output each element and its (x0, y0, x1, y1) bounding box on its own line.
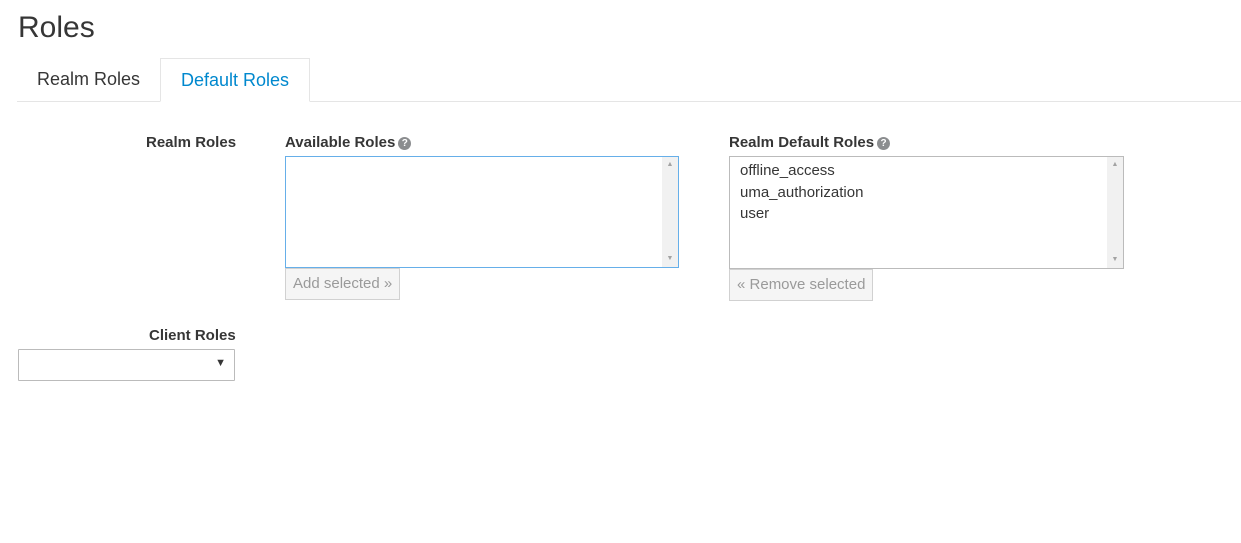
tab-bar: Realm Roles Default Roles (17, 58, 1241, 102)
realm-default-roles-listbox[interactable]: offline_access uma_authorization user ▲ … (729, 156, 1124, 269)
client-roles-select[interactable]: ▼ (18, 349, 235, 381)
remove-selected-button[interactable]: « Remove selected (729, 269, 874, 301)
list-item[interactable]: offline_access (740, 160, 863, 182)
available-roles-scrollbar[interactable]: ▲ ▼ (662, 157, 678, 267)
realm-roles-section-label: Realm Roles (146, 134, 237, 151)
tab-default-roles[interactable]: Default Roles (160, 58, 311, 102)
caret-down-icon: ▼ (215, 357, 226, 369)
realm-default-roles-label: Realm Default Roles (729, 134, 875, 151)
add-selected-label: Add selected (293, 275, 380, 292)
question-circle-icon[interactable]: ? (877, 137, 891, 150)
add-selected-button[interactable]: Add selected » (285, 268, 401, 300)
scroll-up-arrow-icon[interactable]: ▲ (1107, 158, 1123, 172)
double-chevron-right-icon: » (383, 275, 393, 292)
realm-default-roles-list: offline_access uma_authorization user (740, 160, 863, 225)
page-title: Roles (18, 11, 95, 44)
list-item[interactable]: user (740, 203, 863, 225)
scroll-up-arrow-icon[interactable]: ▲ (662, 158, 678, 172)
available-roles-label: Available Roles (285, 134, 396, 151)
client-roles-label: Client Roles (149, 327, 236, 344)
scroll-down-arrow-icon[interactable]: ▼ (662, 252, 678, 266)
list-item[interactable]: uma_authorization (740, 182, 863, 204)
realm-default-roles-header: Realm Default Roles? (729, 134, 891, 151)
double-chevron-left-icon: « (737, 276, 746, 293)
scroll-down-arrow-icon[interactable]: ▼ (1107, 253, 1123, 267)
available-roles-header: Available Roles? (285, 134, 412, 151)
available-roles-listbox[interactable]: ▲ ▼ (285, 156, 679, 268)
question-circle-icon[interactable]: ? (398, 137, 412, 150)
realm-default-roles-scrollbar[interactable]: ▲ ▼ (1107, 157, 1123, 268)
tab-realm-roles[interactable]: Realm Roles (17, 58, 160, 101)
remove-selected-label: Remove selected (749, 276, 866, 293)
